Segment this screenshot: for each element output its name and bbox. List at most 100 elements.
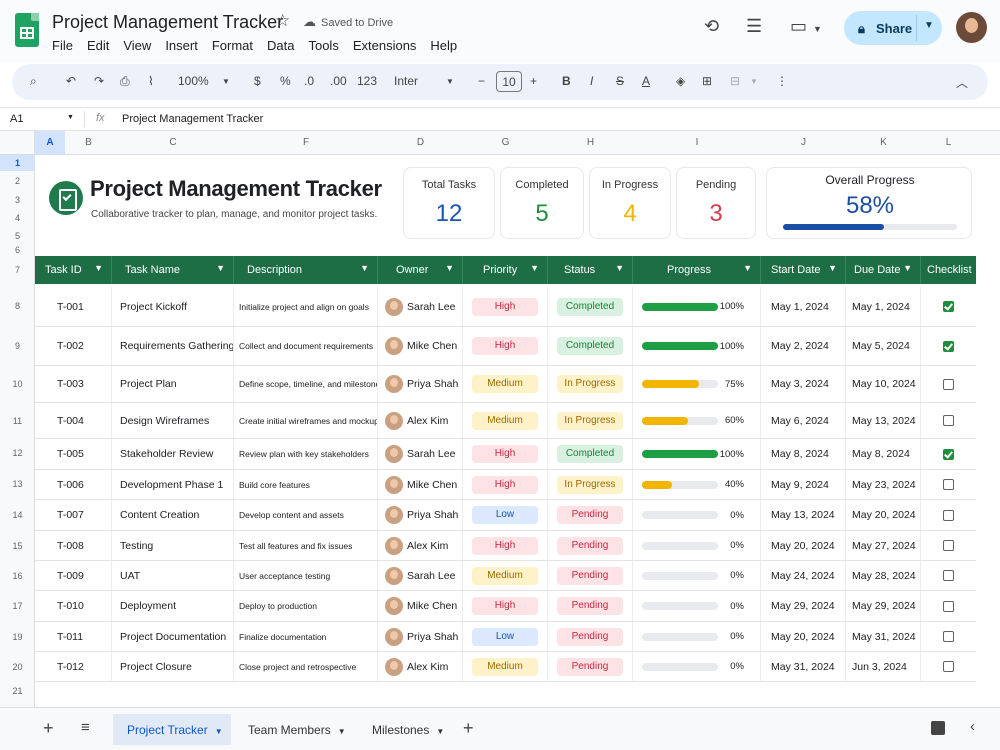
- cell-progress[interactable]: 100%: [633, 327, 761, 365]
- cell-progress[interactable]: 100%: [633, 287, 761, 326]
- checklist-checkbox[interactable]: [943, 661, 954, 672]
- th-start-date[interactable]: Start Date ▼: [761, 256, 846, 284]
- cell-owner[interactable]: Mike Chen: [378, 327, 463, 365]
- bold-button[interactable]: B: [562, 74, 571, 88]
- chevron-down-icon[interactable]: ▼: [924, 20, 934, 31]
- checklist-checkbox[interactable]: [943, 378, 954, 390]
- cell-due-date[interactable]: May 28, 2024: [846, 561, 921, 590]
- menu-format[interactable]: Format: [212, 38, 253, 53]
- row-header[interactable]: 15: [0, 541, 35, 551]
- borders-icon[interactable]: ⊞: [702, 74, 712, 88]
- cell-owner[interactable]: Priya Shah: [378, 622, 463, 651]
- user-avatar[interactable]: [956, 12, 987, 43]
- cell-start-date[interactable]: May 31, 2024: [761, 652, 846, 681]
- th-checklist[interactable]: Checklist: [921, 256, 976, 284]
- add-sheet-button[interactable]: +: [463, 718, 474, 739]
- row-header[interactable]: 9: [0, 341, 35, 351]
- cell-status[interactable]: In Progress: [548, 470, 633, 499]
- search-menus-icon[interactable]: ⌕: [30, 74, 37, 89]
- print-icon[interactable]: ⎙: [120, 74, 130, 89]
- column-header-i[interactable]: I: [633, 137, 761, 148]
- th-due-date[interactable]: Due Date ▼: [846, 256, 921, 284]
- paint-format-icon[interactable]: ⌇: [148, 74, 154, 88]
- row-header[interactable]: 17: [0, 601, 35, 611]
- cell-start-date[interactable]: May 20, 2024: [761, 531, 846, 560]
- cell-priority[interactable]: High: [463, 439, 548, 469]
- row-header[interactable]: 5: [0, 231, 35, 241]
- cell-priority[interactable]: Medium: [463, 561, 548, 590]
- cell-owner[interactable]: Priya Shah: [378, 366, 463, 402]
- cell-priority[interactable]: Low: [463, 622, 548, 651]
- th-task-id[interactable]: Task ID ▼: [35, 256, 112, 284]
- checklist-checkbox[interactable]: [943, 600, 954, 612]
- cell-checklist[interactable]: [921, 500, 976, 530]
- filter-icon[interactable]: ▼: [828, 263, 837, 273]
- select-all-corner[interactable]: [0, 131, 35, 154]
- redo-icon[interactable]: ↷: [94, 74, 104, 88]
- cell-start-date[interactable]: May 3, 2024: [761, 366, 846, 402]
- cell-start-date[interactable]: May 20, 2024: [761, 622, 846, 651]
- cell-priority[interactable]: High: [463, 327, 548, 365]
- cell-due-date[interactable]: May 8, 2024: [846, 439, 921, 469]
- decrease-decimal-button[interactable]: .0: [304, 74, 314, 88]
- row-header[interactable]: 7: [0, 265, 35, 275]
- cell-start-date[interactable]: May 6, 2024: [761, 403, 846, 438]
- menu-edit[interactable]: Edit: [87, 38, 109, 53]
- cell-progress[interactable]: 0%: [633, 652, 761, 681]
- menu-data[interactable]: Data: [267, 38, 294, 53]
- cell-owner[interactable]: Sarah Lee: [378, 439, 463, 469]
- cell-priority[interactable]: Low: [463, 500, 548, 530]
- row-header[interactable]: 8: [0, 301, 35, 311]
- cell-start-date[interactable]: May 24, 2024: [761, 561, 846, 590]
- chevron-down-icon[interactable]: ▼: [750, 77, 758, 86]
- cell-due-date[interactable]: May 10, 2024: [846, 366, 921, 402]
- row-header[interactable]: 12: [0, 448, 35, 458]
- collapse-toolbar-icon[interactable]: ︿: [956, 74, 968, 91]
- cell-status[interactable]: Pending: [548, 531, 633, 560]
- cell-task-name[interactable]: Project Closure: [112, 652, 234, 681]
- cell-checklist[interactable]: [921, 652, 976, 681]
- cell-due-date[interactable]: May 27, 2024: [846, 531, 921, 560]
- star-icon[interactable]: ☆: [275, 11, 290, 31]
- cell-progress[interactable]: 40%: [633, 470, 761, 499]
- chevron-down-icon[interactable]: ▼: [338, 727, 346, 736]
- cell-status[interactable]: Completed: [548, 327, 633, 365]
- row-header[interactable]: 13: [0, 479, 35, 489]
- cell-task-id[interactable]: T-012: [35, 652, 112, 681]
- formula-input[interactable]: Project Management Tracker: [122, 113, 263, 125]
- cell-description[interactable]: Test all features and fix issues: [234, 531, 378, 560]
- cell-task-id[interactable]: T-003: [35, 366, 112, 402]
- cell-status[interactable]: Pending: [548, 652, 633, 681]
- cell-progress[interactable]: 60%: [633, 403, 761, 438]
- column-header-d[interactable]: D: [378, 137, 463, 148]
- chevron-down-icon[interactable]: ▼: [222, 77, 230, 86]
- cell-priority[interactable]: Medium: [463, 403, 548, 438]
- sheet-tab-milestones[interactable]: Milestones ▼: [372, 714, 452, 745]
- cell-progress[interactable]: 0%: [633, 591, 761, 621]
- text-color-button[interactable]: A: [642, 74, 650, 88]
- column-header-f[interactable]: F: [234, 137, 378, 148]
- cell-task-name[interactable]: Content Creation: [112, 500, 234, 530]
- explore-icon[interactable]: [931, 721, 945, 735]
- undo-icon[interactable]: ↶: [66, 74, 76, 88]
- cell-task-name[interactable]: Deployment: [112, 591, 234, 621]
- fill-color-icon[interactable]: ◈: [676, 74, 685, 88]
- cell-start-date[interactable]: May 8, 2024: [761, 439, 846, 469]
- th-progress[interactable]: Progress ▼: [633, 256, 761, 284]
- cell-status[interactable]: In Progress: [548, 403, 633, 438]
- chevron-down-icon[interactable]: ▼: [436, 727, 444, 736]
- chevron-down-icon[interactable]: ▼: [67, 114, 74, 121]
- cell-owner[interactable]: Alex Kim: [378, 403, 463, 438]
- menu-help[interactable]: Help: [430, 38, 457, 53]
- row-header[interactable]: 3: [0, 195, 35, 205]
- column-header-a[interactable]: A: [35, 131, 65, 155]
- cell-description[interactable]: Review plan with key stakeholders: [234, 439, 378, 469]
- column-header-k[interactable]: K: [846, 137, 921, 148]
- row-header[interactable]: 6: [0, 245, 35, 255]
- comment-icon[interactable]: ☰: [746, 16, 762, 37]
- cell-task-id[interactable]: T-004: [35, 403, 112, 438]
- cell-checklist[interactable]: [921, 287, 976, 326]
- row-header[interactable]: 19: [0, 632, 35, 642]
- cell-task-id[interactable]: T-008: [35, 531, 112, 560]
- cell-status[interactable]: In Progress: [548, 366, 633, 402]
